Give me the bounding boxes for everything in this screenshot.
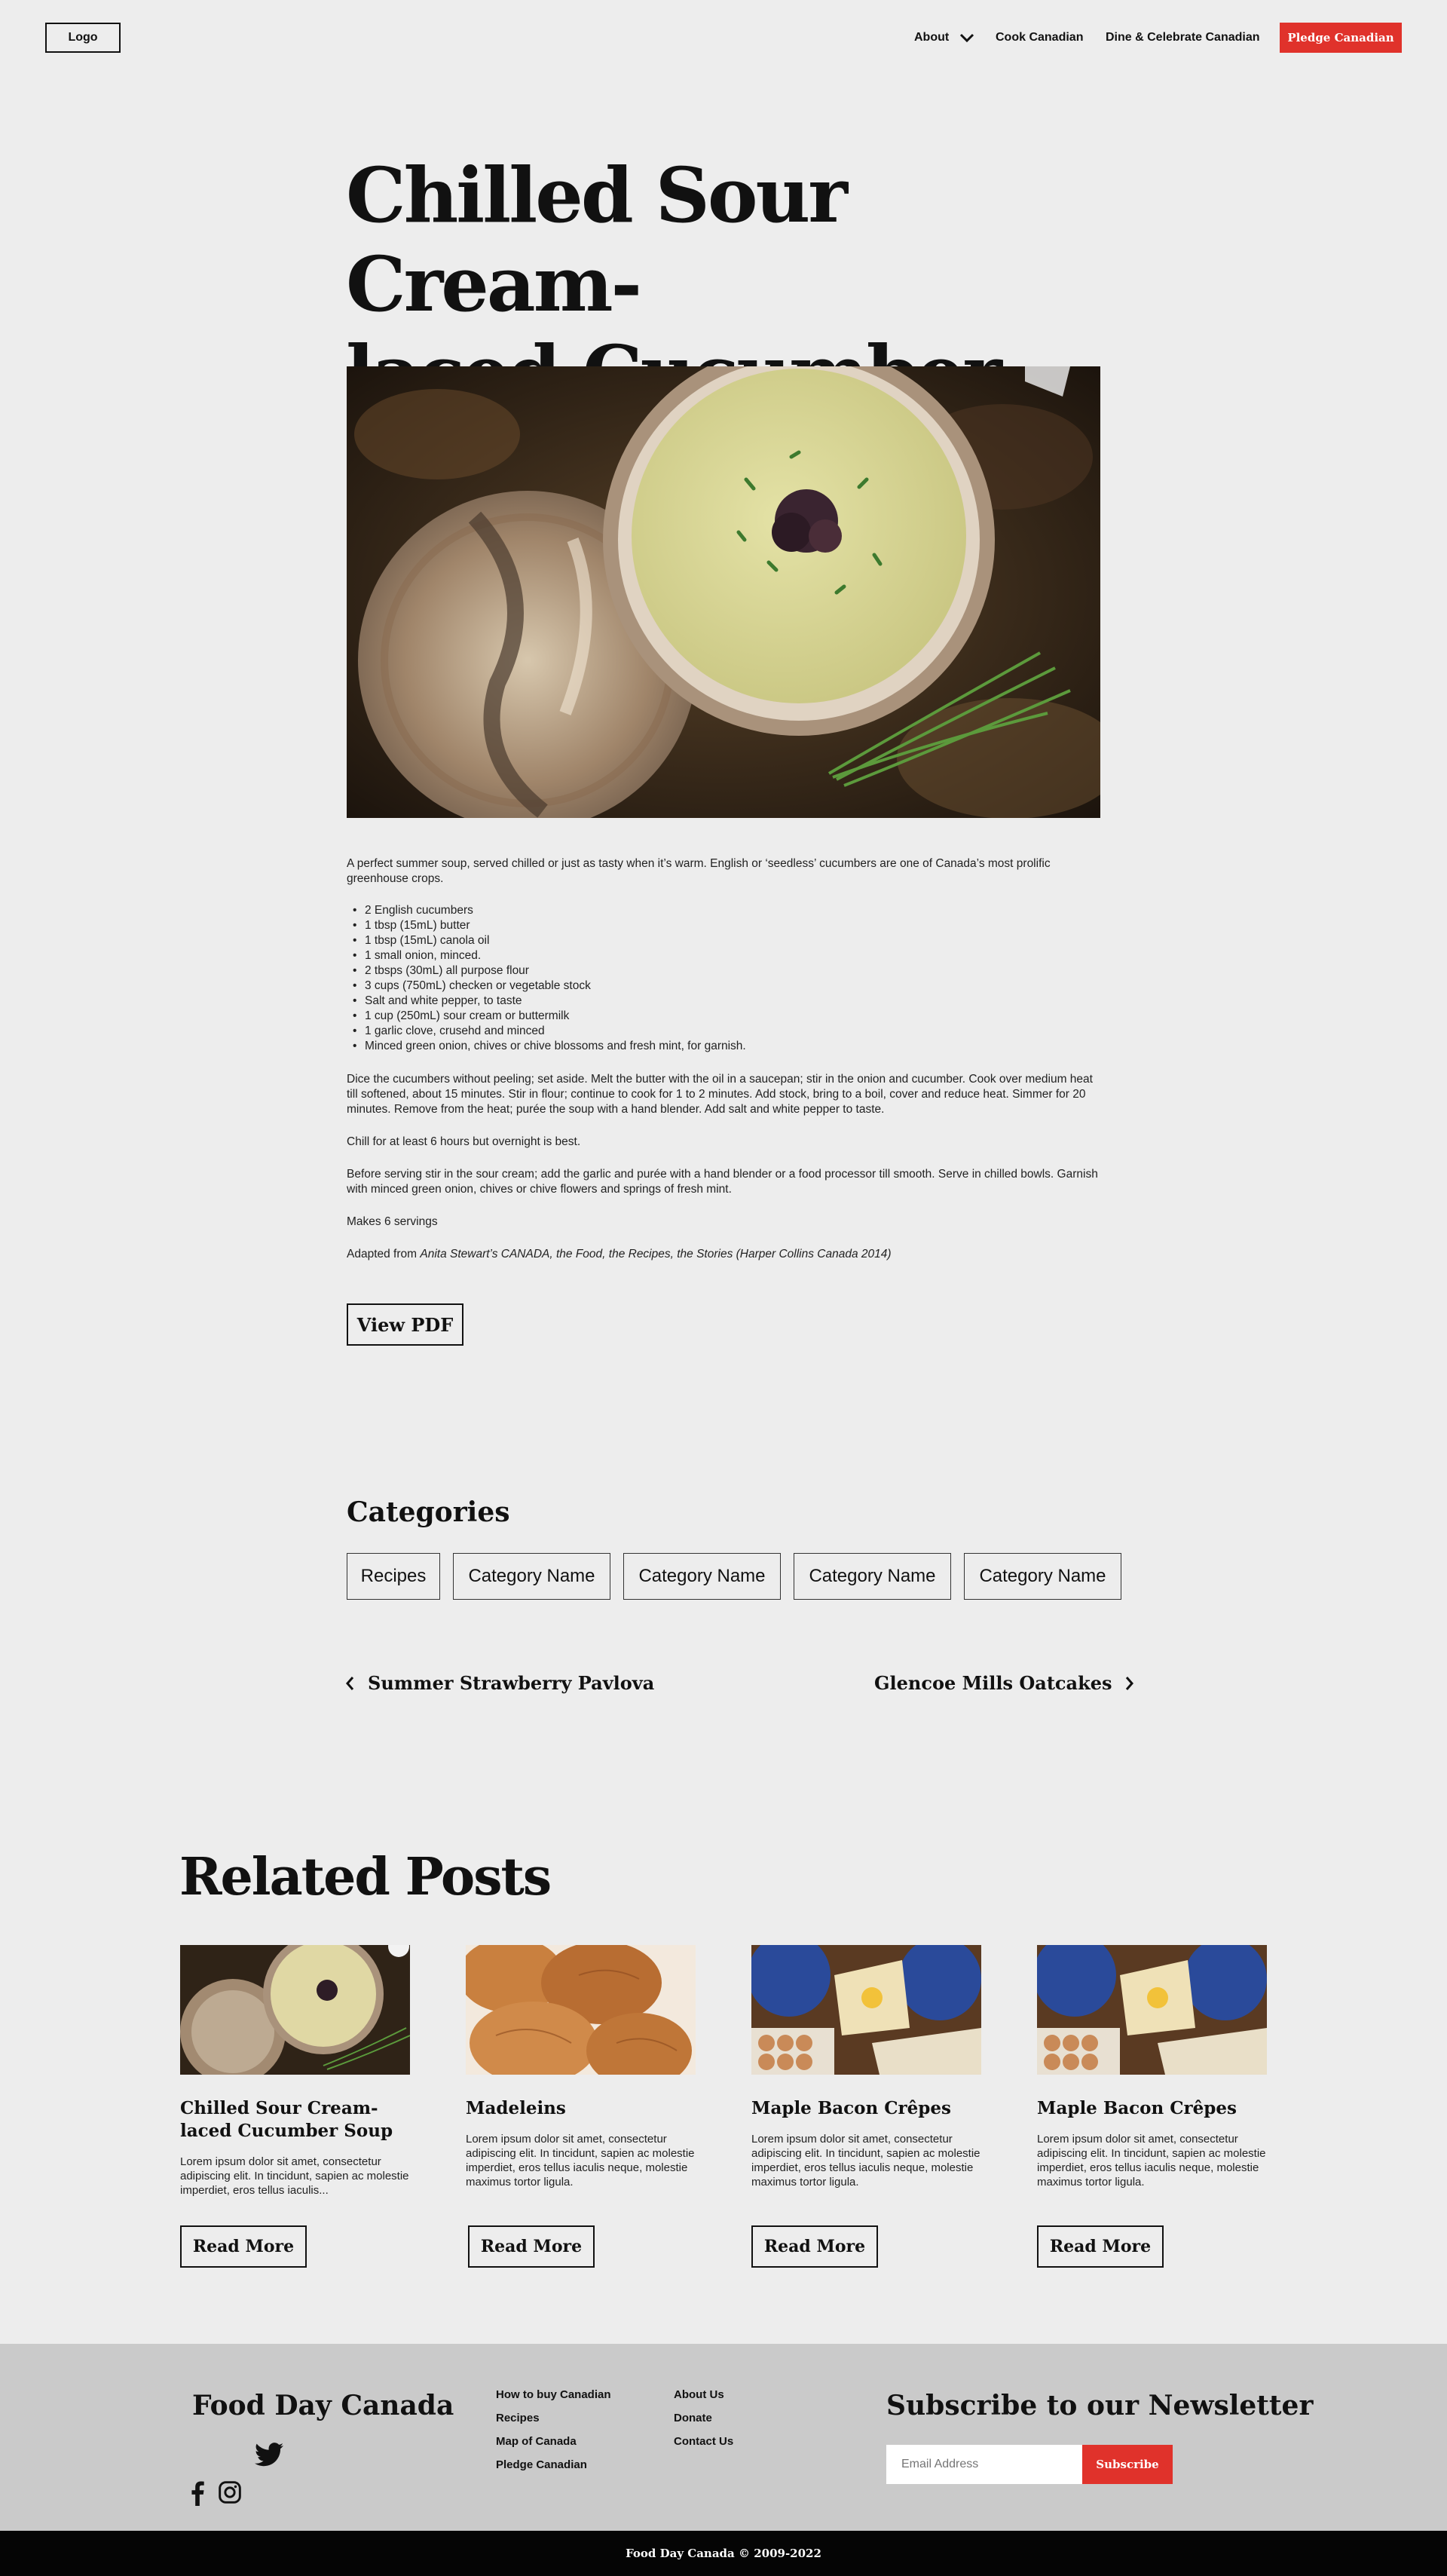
- read-more-button[interactable]: Read More: [751, 2225, 878, 2268]
- list-item: 2 English cucumbers: [347, 903, 1100, 918]
- list-item: 1 garlic clove, crusehd and minced: [347, 1024, 1100, 1039]
- list-item: 3 cups (750mL) checken or vegetable stoc…: [347, 979, 1100, 994]
- categories-list: Recipes Category Name Category Name Cate…: [347, 1553, 1121, 1600]
- nav-about-label: About: [914, 31, 950, 44]
- footer-link[interactable]: Pledge Canadian: [496, 2458, 611, 2471]
- article-step-2: Chill for at least 6 hours but overnight…: [347, 1135, 581, 1148]
- footer-link[interactable]: Donate: [674, 2412, 733, 2424]
- article-servings: Makes 6 servings: [347, 1215, 438, 1228]
- post-excerpt: Lorem ipsum dolor sit amet, consectetur …: [466, 2133, 695, 2189]
- post-title[interactable]: Chilled Sour Cream-laced Cucumber Soup: [180, 2097, 410, 2143]
- category-tag[interactable]: Category Name: [794, 1553, 951, 1600]
- post-title[interactable]: Madeleins: [466, 2097, 696, 2120]
- footer-links-col2: About Us Donate Contact Us: [674, 2388, 733, 2448]
- footer-links-col1: How to buy Canadian Recipes Map of Canad…: [496, 2388, 611, 2471]
- hero-image-soup: [347, 366, 1100, 818]
- ingredients-list: 2 English cucumbers 1 tbsp (15mL) butter…: [347, 903, 1100, 1054]
- page-title-line1: Chilled Sour Cream-: [346, 151, 848, 329]
- post-image-madeleines[interactable]: [466, 1945, 696, 2075]
- post-image-soup[interactable]: [180, 1945, 410, 2075]
- read-more-button[interactable]: Read More: [468, 2225, 595, 2268]
- view-pdf-button[interactable]: View PDF: [347, 1303, 463, 1346]
- copyright-bar: Food Day Canada © 2009-2022: [0, 2531, 1447, 2576]
- list-item: Minced green onion, chives or chive blos…: [347, 1039, 1100, 1054]
- category-tag[interactable]: Category Name: [623, 1553, 781, 1600]
- related-post-card: Madeleins Lorem ipsum dolor sit amet, co…: [466, 1945, 696, 2268]
- footer-brand: Food Day Canada: [192, 2390, 454, 2421]
- post-excerpt: Lorem ipsum dolor sit amet, consectetur …: [751, 2133, 980, 2189]
- categories-heading: Categories: [347, 1496, 510, 1528]
- footer-link[interactable]: Map of Canada: [496, 2435, 611, 2448]
- nav-about[interactable]: About: [914, 23, 974, 53]
- read-more-button[interactable]: Read More: [1037, 2225, 1164, 2268]
- subscribe-button[interactable]: Subscribe: [1082, 2445, 1173, 2484]
- source-title: Anita Stewart’s CANADA, the Food, the Re…: [420, 1248, 892, 1260]
- previous-post-link[interactable]: Summer Strawberry Pavlova: [345, 1672, 654, 1694]
- facebook-icon[interactable]: [190, 2480, 205, 2506]
- list-item: 1 cup (250mL) sour cream or buttermilk: [347, 1009, 1100, 1024]
- footer-link[interactable]: About Us: [674, 2388, 733, 2401]
- related-post-card: Maple Bacon Crêpes Lorem ipsum dolor sit…: [1037, 1945, 1267, 2268]
- post-excerpt: Lorem ipsum dolor sit amet, consectetur …: [180, 2155, 409, 2197]
- nav-cook-canadian[interactable]: Cook Canadian: [996, 23, 1083, 53]
- twitter-icon[interactable]: [255, 2443, 283, 2467]
- category-tag[interactable]: Category Name: [964, 1553, 1121, 1600]
- article-step-1: Dice the cucumbers without peeling; set …: [347, 1073, 1093, 1116]
- instagram-icon[interactable]: [218, 2480, 242, 2504]
- next-post-link[interactable]: Glencoe Mills Oatcakes: [874, 1672, 1134, 1694]
- email-field[interactable]: [886, 2445, 1082, 2484]
- article-intro: A perfect summer soup, served chilled or…: [347, 857, 1051, 885]
- read-more-button[interactable]: Read More: [180, 2225, 307, 2268]
- post-excerpt: Lorem ipsum dolor sit amet, consectetur …: [1037, 2133, 1266, 2189]
- footer-link[interactable]: Contact Us: [674, 2435, 733, 2448]
- article-source: Adapted from Anita Stewart’s CANADA, the…: [347, 1247, 1100, 1262]
- footer-link[interactable]: Recipes: [496, 2412, 611, 2424]
- category-tag[interactable]: Category Name: [453, 1553, 610, 1600]
- newsletter-heading: Subscribe to our Newsletter: [886, 2390, 1314, 2421]
- article-step-3: Before serving stir in the sour cream; a…: [347, 1168, 1098, 1196]
- list-item: 1 tbsp (15mL) butter: [347, 918, 1100, 933]
- related-posts-heading: Related Posts: [179, 1847, 552, 1907]
- post-image-crepes[interactable]: [751, 1945, 981, 2075]
- pledge-canadian-button[interactable]: Pledge Canadian: [1280, 23, 1402, 53]
- previous-post-title: Summer Strawberry Pavlova: [368, 1672, 655, 1694]
- nav-dine-celebrate[interactable]: Dine & Celebrate Canadian: [1106, 23, 1260, 53]
- chevron-right-icon: [1126, 1676, 1134, 1690]
- category-tag[interactable]: Recipes: [347, 1553, 440, 1600]
- post-title[interactable]: Maple Bacon Crêpes: [1037, 2097, 1267, 2120]
- site-logo[interactable]: Logo: [45, 23, 121, 53]
- list-item: 1 small onion, minced.: [347, 948, 1100, 963]
- related-post-card: Chilled Sour Cream-laced Cucumber Soup L…: [180, 1945, 410, 2268]
- post-image-crepes[interactable]: [1037, 1945, 1267, 2075]
- post-title[interactable]: Maple Bacon Crêpes: [751, 2097, 981, 2120]
- list-item: 2 tbsps (30mL) all purpose flour: [347, 963, 1100, 979]
- list-item: Salt and white pepper, to taste: [347, 994, 1100, 1009]
- source-prefix: Adapted from: [347, 1248, 421, 1260]
- chevron-down-icon: [960, 33, 974, 43]
- related-post-card: Maple Bacon Crêpes Lorem ipsum dolor sit…: [751, 1945, 981, 2268]
- next-post-title: Glencoe Mills Oatcakes: [874, 1672, 1112, 1694]
- list-item: 1 tbsp (15mL) canola oil: [347, 933, 1100, 948]
- chevron-left-icon: [346, 1676, 354, 1690]
- footer-link[interactable]: How to buy Canadian: [496, 2388, 611, 2401]
